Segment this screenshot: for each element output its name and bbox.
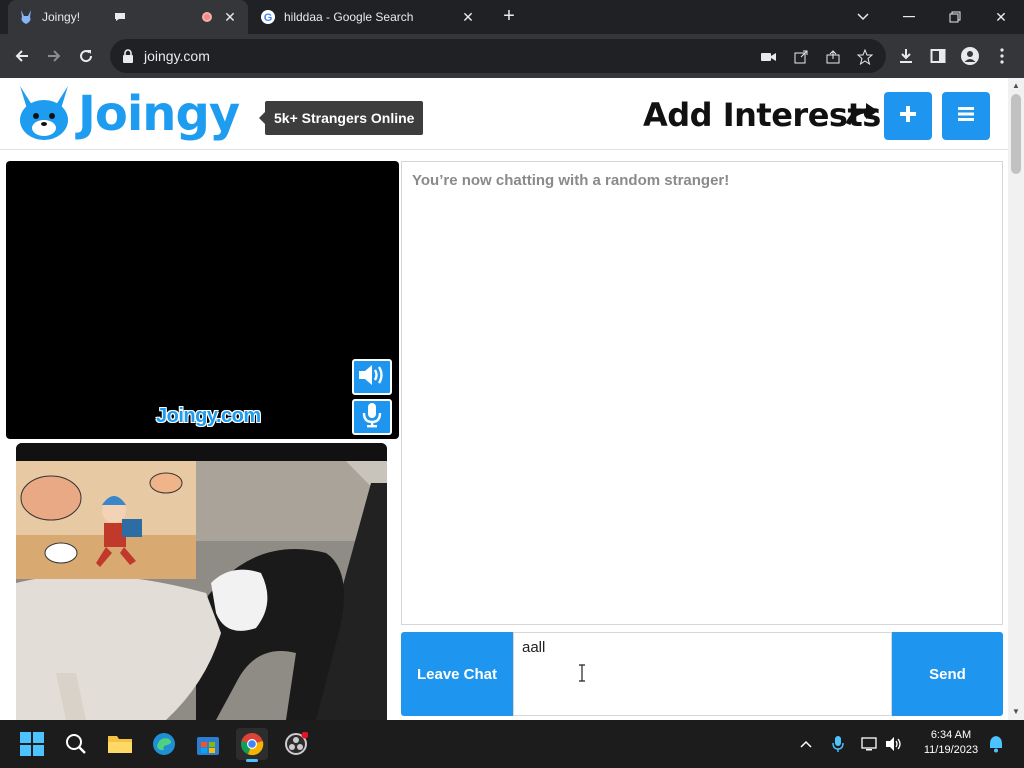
text-cursor-icon (577, 664, 587, 682)
browser-toolbar: joingy.com (0, 34, 1024, 78)
forward-arrow-icon[interactable] (42, 44, 66, 68)
scroll-up-icon[interactable]: ▲ (1012, 82, 1020, 90)
tab-google-search[interactable]: G hilddaa - Google Search ✕ (250, 0, 486, 34)
menu-button[interactable] (942, 92, 990, 140)
bunny-mascot-icon (14, 82, 74, 147)
file-explorer-icon[interactable] (104, 728, 136, 760)
send-button[interactable]: Send (892, 632, 1003, 716)
windows-start-icon[interactable] (16, 728, 48, 760)
lock-icon (122, 49, 134, 63)
clock-date: 11/19/2023 (923, 744, 979, 756)
curved-arrow-icon (845, 102, 880, 128)
edge-browser-icon[interactable] (148, 728, 180, 760)
url-text: joingy.com (144, 48, 210, 64)
restore-button[interactable] (932, 0, 978, 34)
chat-log[interactable]: You’re now chatting with a random strang… (401, 161, 1003, 625)
notification-bell-icon[interactable] (986, 734, 1006, 754)
tab-joingy[interactable]: Joingy! ✕ (8, 0, 248, 34)
close-tab-icon[interactable]: ✕ (222, 9, 238, 25)
tab-search-chevron-icon[interactable] (840, 0, 886, 34)
video-watermark: Joingy.com (156, 405, 261, 427)
back-arrow-icon[interactable] (10, 44, 34, 68)
camera-icon[interactable] (760, 48, 778, 66)
chat-input-bar: Leave Chat aall Send (401, 632, 1003, 716)
tab-title: hilddaa - Google Search (284, 10, 414, 24)
svg-text:G: G (264, 12, 273, 24)
windows-taskbar: 6:34 AM 11/19/2023 (0, 720, 1024, 768)
active-app-indicator (246, 759, 258, 762)
stranger-video: Joingy.com (6, 161, 399, 439)
microsoft-store-icon[interactable] (192, 728, 224, 760)
speaker-volume-icon[interactable] (884, 734, 904, 754)
recording-indicator-icon (202, 12, 212, 22)
open-external-icon[interactable] (792, 48, 810, 66)
volume-button[interactable] (352, 359, 392, 395)
system-clock[interactable]: 6:34 AM 11/19/2023 (916, 728, 986, 758)
leave-chat-button[interactable]: Leave Chat (401, 632, 513, 716)
message-input[interactable]: aall (513, 632, 892, 716)
address-bar[interactable]: joingy.com (110, 39, 886, 73)
camera-feed-image (16, 443, 387, 720)
page-scrollbar[interactable]: ▲ ▼ (1008, 78, 1024, 720)
search-icon[interactable] (60, 728, 92, 760)
tray-microphone-icon[interactable] (828, 734, 848, 754)
plus-icon (900, 105, 916, 127)
obs-recorder-icon[interactable] (280, 728, 312, 760)
bookmark-star-icon[interactable] (856, 48, 874, 66)
close-tab-icon[interactable]: ✕ (460, 9, 476, 25)
minimize-button[interactable] (886, 0, 932, 34)
tab-title: Joingy! (42, 10, 81, 24)
site-header: Joingy 5k+ Strangers Online Add Interest… (0, 78, 1008, 150)
browser-tab-strip: Joingy! ✕ G hilddaa - Google Search ✕ + … (0, 0, 1024, 34)
download-icon[interactable] (894, 44, 918, 68)
scrollbar-thumb[interactable] (1011, 94, 1021, 174)
scroll-down-icon[interactable]: ▼ (1012, 708, 1020, 716)
hamburger-menu-icon (958, 106, 974, 126)
web-page: Joingy 5k+ Strangers Online Add Interest… (0, 78, 1008, 720)
joingy-favicon-icon (18, 9, 34, 25)
profile-icon[interactable] (958, 44, 982, 68)
kebab-menu-icon[interactable] (990, 44, 1014, 68)
reload-icon[interactable] (74, 44, 98, 68)
chat-status-message: You’re now chatting with a random strang… (412, 172, 730, 189)
online-count-badge: 5k+ Strangers Online (258, 101, 424, 135)
speaker-volume-icon (357, 363, 387, 392)
joingy-logo[interactable]: Joingy (14, 82, 240, 147)
microphone-icon (362, 402, 382, 433)
side-panel-icon[interactable] (926, 44, 950, 68)
add-interest-button[interactable] (884, 92, 932, 140)
microphone-button[interactable] (352, 399, 392, 435)
self-camera-video (16, 443, 387, 720)
chrome-icon[interactable] (236, 728, 268, 762)
google-favicon-icon: G (260, 9, 276, 25)
chat-bubble-icon (114, 11, 128, 23)
share-icon[interactable] (824, 48, 842, 66)
logo-text: Joingy (78, 86, 240, 142)
clock-time: 6:34 AM (930, 729, 972, 741)
close-window-button[interactable]: ✕ (978, 0, 1024, 34)
new-tab-button[interactable]: + (498, 6, 520, 28)
show-hidden-icons-chevron-icon[interactable] (796, 734, 816, 754)
network-icon[interactable] (860, 734, 880, 754)
